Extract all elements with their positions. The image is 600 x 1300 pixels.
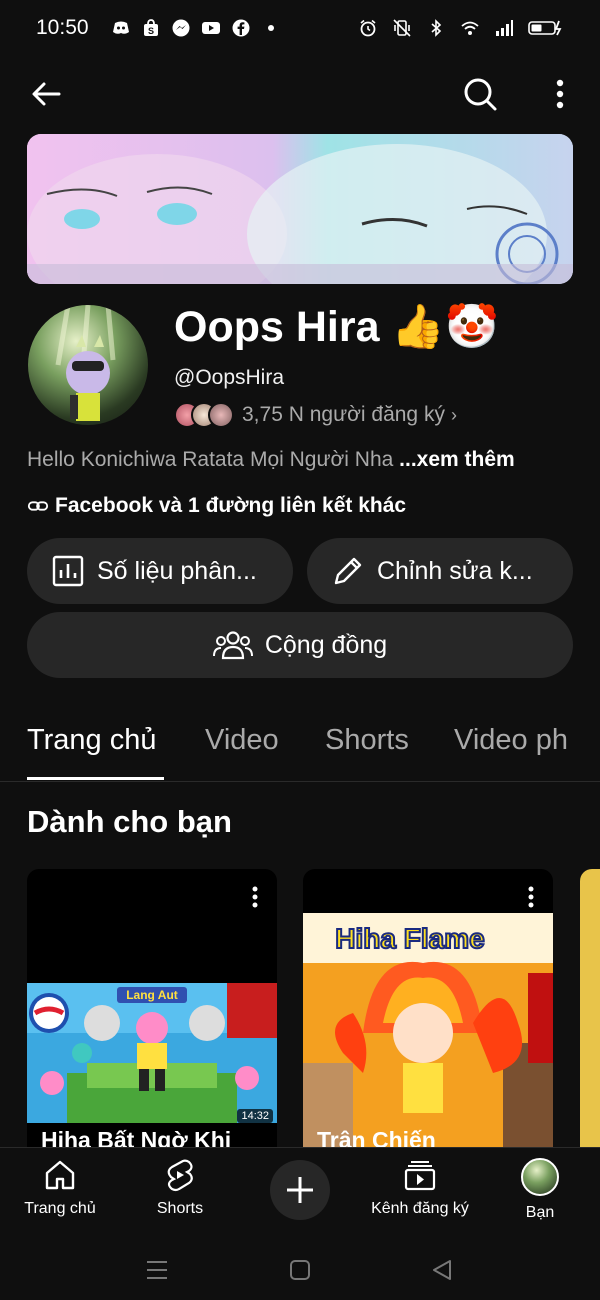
nav-subscriptions[interactable]: Kênh đăng ký: [360, 1158, 480, 1218]
search-icon: [464, 78, 497, 111]
channel-banner: [27, 134, 573, 284]
thumb-text: Lang Aut: [126, 988, 178, 1002]
menu-icon: [147, 1261, 167, 1279]
nav-subscriptions-label: Kênh đăng ký: [371, 1200, 469, 1217]
shopee-icon: S: [141, 18, 161, 38]
discord-icon: [111, 18, 131, 38]
chevron-right-icon: ›: [450, 404, 457, 425]
short-thumbnail: Lang Aut: [27, 983, 277, 1123]
nav-you-label: Bạn: [525, 1204, 555, 1221]
short-title: Trận Chiến: [317, 1127, 436, 1149]
short-card[interactable]: Lang Aut 14:32 Hiha Bất Ngờ Khi: [27, 869, 277, 1149]
active-tab-indicator: [27, 777, 164, 780]
facebook-icon: [231, 18, 251, 38]
channel-avatar[interactable]: [28, 305, 148, 425]
nav-shorts[interactable]: Shorts: [120, 1158, 240, 1218]
more-vert-icon: [252, 886, 258, 908]
tab-home[interactable]: Trang chủ: [27, 724, 157, 757]
home-icon: [45, 1160, 75, 1190]
card-more-button[interactable]: [241, 883, 269, 911]
search-button[interactable]: [456, 70, 504, 118]
channel-name: Oops Hira 👍🤡: [174, 303, 499, 351]
subscriber-count: 3,75 N người đăng ký: [242, 403, 445, 426]
arrow-left-icon: [32, 82, 61, 106]
messenger-icon: [171, 18, 191, 38]
analytics-label: Số liệu phân...: [97, 556, 257, 585]
people-icon: [212, 631, 253, 660]
dot-icon: [261, 18, 281, 38]
channel-tabs: Trang chủ Video Shorts Video ph: [0, 716, 600, 782]
wifi-icon: [460, 18, 480, 38]
shorts-icon: [167, 1159, 193, 1192]
back-system-button[interactable]: [422, 1250, 462, 1290]
notification-icons: S: [111, 18, 281, 38]
thumb-text: Hiha Flame: [335, 923, 484, 954]
battery-icon: [528, 18, 564, 38]
subscribers-row[interactable]: 3,75 N người đăng ký ›: [174, 400, 457, 430]
analytics-button[interactable]: Số liệu phân...: [27, 538, 293, 604]
system-status-icons: [358, 18, 564, 38]
short-title: Hiha Bất Ngờ Khi: [41, 1127, 232, 1149]
youtube-icon: [201, 18, 221, 38]
user-avatar: [521, 1158, 559, 1196]
channel-links[interactable]: Facebook và 1 đường liên kết khác: [27, 494, 406, 518]
see-more-link[interactable]: ...xem thêm: [399, 448, 515, 471]
tab-live[interactable]: Video ph: [454, 724, 568, 757]
edit-channel-button[interactable]: Chỉnh sửa k...: [307, 538, 573, 604]
svg-text:S: S: [148, 26, 154, 36]
link-icon: [27, 501, 49, 511]
subscriber-avatars: [174, 402, 234, 428]
bluetooth-icon: [426, 18, 446, 38]
signal-icon: [494, 18, 514, 38]
channel-handle: @OopsHira: [174, 366, 285, 389]
back-button[interactable]: [22, 70, 70, 118]
alarm-icon: [358, 18, 378, 38]
subscriptions-icon: [404, 1161, 436, 1191]
triangle-back-icon: [433, 1260, 451, 1280]
nav-you[interactable]: Bạn: [480, 1158, 600, 1222]
description-text: Hello Konichiwa Ratata Mọi Người Nha: [27, 448, 394, 471]
section-title: Dành cho bạn: [27, 804, 232, 839]
channel-description[interactable]: Hello Konichiwa Ratata Mọi Người Nha ...…: [27, 448, 515, 472]
vibrate-icon: [392, 18, 412, 38]
nav-home-label: Trang chủ: [24, 1200, 96, 1217]
bottom-navigation: Trang chủ Shorts Kênh đăng ký Bạn: [0, 1147, 600, 1237]
top-app-bar: [0, 66, 600, 122]
card-more-button[interactable]: [517, 883, 545, 911]
links-text: Facebook và 1 đường liên kết khác: [55, 494, 407, 517]
status-time: 10:50: [36, 16, 89, 39]
analytics-icon: [52, 555, 84, 587]
home-system-button[interactable]: [280, 1250, 320, 1290]
short-card[interactable]: Hiha Flame Trận Chiến: [303, 869, 553, 1149]
status-bar: 10:50 S: [0, 0, 600, 56]
plus-icon: [287, 1177, 313, 1203]
short-card-peek[interactable]: [580, 869, 600, 1149]
community-label: Cộng đồng: [264, 630, 388, 659]
subscriber-avatar: [208, 402, 234, 428]
video-duration: 14:32: [237, 1109, 273, 1123]
nav-home[interactable]: Trang chủ: [0, 1158, 120, 1218]
edit-channel-label: Chỉnh sửa k...: [377, 556, 533, 585]
recent-apps-button[interactable]: [137, 1250, 177, 1290]
more-options-button[interactable]: [536, 70, 584, 118]
tab-videos[interactable]: Video: [205, 724, 279, 757]
banner-artwork: [27, 134, 573, 284]
avatar-artwork: [55, 305, 116, 421]
pencil-icon: [334, 557, 362, 585]
nav-shorts-label: Shorts: [156, 1200, 204, 1217]
community-button[interactable]: Cộng đồng: [27, 612, 573, 678]
short-thumbnail: Hiha Flame: [303, 913, 553, 1149]
square-icon: [290, 1260, 310, 1280]
more-vert-icon: [528, 886, 534, 908]
more-vert-icon: [556, 79, 564, 109]
system-navigation-bar: [0, 1240, 600, 1300]
create-button[interactable]: [270, 1160, 330, 1220]
tab-shorts[interactable]: Shorts: [325, 724, 409, 757]
